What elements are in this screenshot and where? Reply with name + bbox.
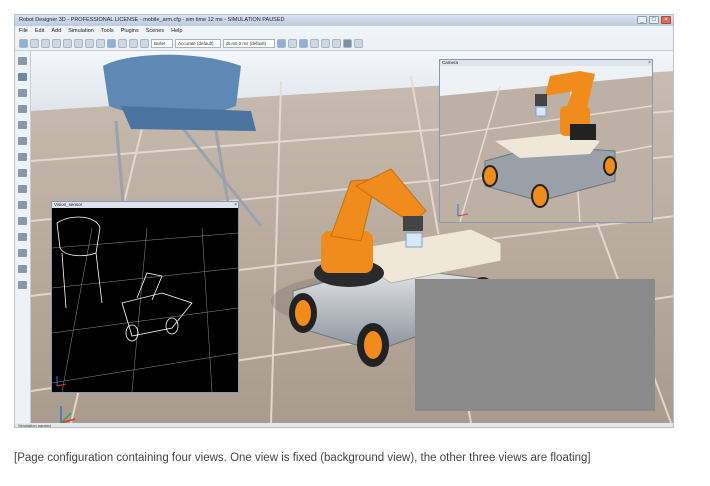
status-text: Simulation paused (18, 423, 51, 428)
timestep-select[interactable]: dt=50.0 ms (default) (223, 38, 275, 48)
camera-rotate-icon[interactable] (30, 38, 39, 48)
camera-view[interactable]: Camera × (439, 59, 653, 223)
menu-scenes[interactable]: Scenes (146, 26, 164, 36)
stop-icon[interactable] (299, 38, 308, 48)
menu-edit[interactable]: Edit (35, 26, 44, 36)
slower-icon[interactable] (321, 38, 330, 48)
figure-caption: [Page configuration containing four view… (14, 452, 591, 464)
transfer-dna-icon[interactable] (18, 233, 27, 241)
left-toolbar (15, 51, 31, 423)
object-properties-icon[interactable] (18, 89, 27, 97)
assemble-icon[interactable] (18, 217, 27, 225)
maximize-button[interactable]: □ (649, 16, 659, 24)
threaded-rendering-icon[interactable] (343, 38, 352, 48)
camera-render (440, 66, 652, 222)
collections-icon[interactable] (18, 121, 27, 129)
path-edit-icon[interactable] (18, 169, 27, 177)
select-icon[interactable] (107, 38, 116, 48)
object-rotate-icon[interactable] (96, 38, 105, 48)
menu-simulation[interactable]: Simulation (68, 26, 94, 36)
close-button[interactable]: × (661, 16, 671, 24)
calculation-modules-icon[interactable] (18, 105, 27, 113)
toggle-visualization-icon[interactable] (354, 38, 363, 48)
accuracy-select[interactable]: Accurate (default) (175, 38, 221, 48)
camera-zoom-icon[interactable] (52, 38, 61, 48)
object-shift-icon[interactable] (85, 38, 94, 48)
dynamics-icon[interactable] (140, 38, 149, 48)
model-browser-icon[interactable] (18, 57, 27, 65)
physics-engine-select[interactable]: Bullet (151, 38, 173, 48)
vision-sensor-view[interactable]: Vision_sensor × (51, 201, 239, 393)
realtime-icon[interactable] (310, 38, 319, 48)
redo-icon[interactable] (129, 38, 138, 48)
menu-tools[interactable]: Tools (101, 26, 114, 36)
camera-view-title: Camera (442, 60, 459, 65)
fit-to-view-icon[interactable] (74, 38, 83, 48)
minimize-button[interactable]: _ (637, 16, 647, 24)
shape-edit-icon[interactable] (18, 153, 27, 161)
faster-icon[interactable] (332, 38, 341, 48)
menu-plugins[interactable]: Plugins (121, 26, 139, 36)
vision-sensor-view-title: Vision_sensor (54, 202, 83, 207)
play-icon[interactable] (277, 38, 286, 48)
main-toolbar: Bullet Accurate (default) dt=50.0 ms (de… (15, 36, 673, 51)
video-recorder-icon[interactable] (18, 265, 27, 273)
camera-pan-icon[interactable] (19, 38, 28, 48)
undo-icon[interactable] (118, 38, 127, 48)
selection-icon[interactable] (18, 185, 27, 193)
application-screenshot: Robot Designer 3D - PROFESSIONAL LICENSE… (14, 14, 674, 428)
window-title: Robot Designer 3D - PROFESSIONAL LICENSE… (19, 17, 285, 23)
camera-angle-icon[interactable] (63, 38, 72, 48)
menu-file[interactable]: File (19, 26, 28, 36)
empty-floating-view[interactable] (415, 279, 655, 411)
menu-bar: File Edit Add Simulation Tools Plugins S… (15, 26, 673, 36)
pause-icon[interactable] (288, 38, 297, 48)
menu-help[interactable]: Help (171, 26, 182, 36)
camera-shift-icon[interactable] (41, 38, 50, 48)
title-bar: Robot Designer 3D - PROFESSIONAL LICENSE… (15, 15, 673, 26)
scripts-icon[interactable] (18, 137, 27, 145)
window-controls: _ □ × (637, 16, 671, 24)
status-bar: Simulation paused (15, 423, 673, 428)
vision-sensor-render (52, 216, 238, 392)
menu-add[interactable]: Add (51, 26, 61, 36)
model-icon[interactable] (18, 201, 27, 209)
layers-icon[interactable] (18, 249, 27, 257)
scene-hierarchy-icon[interactable] (18, 73, 27, 81)
user-settings-icon[interactable] (18, 281, 27, 289)
